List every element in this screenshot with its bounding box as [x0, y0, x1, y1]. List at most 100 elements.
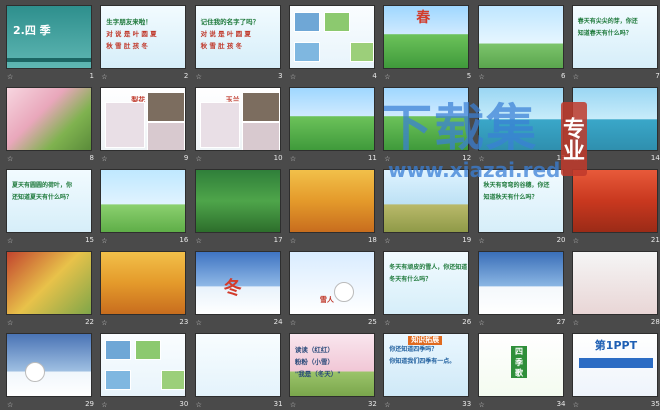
- slide-thumbnail[interactable]: [288, 169, 375, 233]
- slide-star-icon: ☆: [101, 319, 108, 327]
- slide-number: 11: [367, 154, 377, 162]
- slide-star-icon: ☆: [289, 401, 297, 409]
- slide-tile[interactable]: 春 ☆ 5: [381, 3, 474, 81]
- slide-number: 19: [462, 236, 472, 244]
- slide-tile[interactable]: ☆ 29: [4, 331, 97, 409]
- slide-number: 32: [367, 400, 377, 408]
- slide-thumbnail[interactable]: [6, 251, 92, 315]
- slide-thumbnail[interactable]: [288, 87, 375, 151]
- slide-tile[interactable]: 冬天有顽皮的雪人，你还知道 冬天有什么吗？ ☆ 26: [381, 249, 474, 327]
- slide-thumbnail[interactable]: [194, 333, 281, 397]
- slide-thumbnail[interactable]: 读读（红红） 粉粉（小雪） "我是（冬天）": [288, 333, 375, 397]
- slide-tile[interactable]: ☆ 30: [98, 331, 191, 409]
- slide-tile[interactable]: 记住我的名字了吗？ 对 说 是 叶 圆 夏秋 雪 肚 孩 冬 ☆ 3: [193, 3, 286, 81]
- slide-tile[interactable]: ☆ 11: [287, 85, 380, 163]
- slide-number: 26: [462, 318, 472, 326]
- slide-number: 21: [650, 236, 660, 244]
- slide-star-icon: ☆: [478, 319, 485, 327]
- slide-tile[interactable]: 冬 ☆ 24: [193, 249, 286, 327]
- slide-thumbnail[interactable]: 冬天有顽皮的雪人，你还知道 冬天有什么吗？: [383, 251, 470, 315]
- slide-tile[interactable]: 你还知道四季吗？ 你知道我们四季有一点。 知识拓展 ☆ 33: [381, 331, 474, 409]
- slide-number: 9: [183, 154, 189, 162]
- slide-star-icon: ☆: [478, 401, 485, 409]
- slide-thumbnail[interactable]: 你还知道四季吗？ 你知道我们四季有一点。 知识拓展: [383, 333, 470, 397]
- slide-thumbnail[interactable]: 生字朋友来啦！ 对 说 是 叶 圆 夏秋 雪 肚 孩 冬: [100, 5, 187, 69]
- slide-tile[interactable]: ☆ 14: [570, 85, 660, 163]
- slide-thumbnail[interactable]: [6, 87, 92, 151]
- slide-photo: [147, 122, 186, 150]
- slide-thumbnail[interactable]: [477, 5, 564, 69]
- slide-number: 15: [85, 236, 94, 244]
- slide-thumbnail[interactable]: 记住我的名字了吗？ 对 说 是 叶 圆 夏秋 雪 肚 孩 冬: [194, 5, 281, 69]
- slide-tile[interactable]: 雪人 ☆ 25: [287, 249, 380, 327]
- slide-thumbnail[interactable]: 四 季 歌: [477, 333, 564, 397]
- slide-thumbnail[interactable]: [571, 251, 658, 315]
- slide-thumbnail[interactable]: [477, 87, 564, 151]
- slide-tile[interactable]: 读读（红红） 粉粉（小雪） "我是（冬天）" ☆ 32: [287, 331, 380, 409]
- slide-tile[interactable]: 秋天有弯弯的谷穗，你还 知道秋天有什么吗？ ☆ 20: [476, 167, 569, 245]
- slide-tile[interactable]: 玉兰 ☆ 10: [193, 85, 286, 163]
- slide-thumbnail[interactable]: [194, 169, 281, 233]
- slide-tile[interactable]: ☆ 28: [570, 249, 660, 327]
- slide-thumbnail[interactable]: [288, 5, 375, 69]
- slide-thumbnail[interactable]: [100, 333, 187, 397]
- slide-tile[interactable]: 四 季 歌 ☆ 34: [476, 331, 569, 409]
- slide-number: 33: [462, 400, 472, 408]
- slide-star-icon: ☆: [478, 155, 485, 163]
- slide-tile[interactable]: 第1PPT ☆ 35: [570, 331, 660, 409]
- slide-tile[interactable]: ☆ 12: [381, 85, 474, 163]
- slide-thumbnail[interactable]: [571, 87, 658, 151]
- slide-number: 24: [273, 318, 283, 326]
- slide-photo: [241, 92, 280, 122]
- slide-thumbnail[interactable]: 雪人: [288, 251, 375, 315]
- slide-text-line: 你还知道四季吗？: [389, 346, 438, 353]
- slide-tile[interactable]: ☆ 6: [476, 3, 569, 81]
- slide-thumbnail[interactable]: 春: [383, 5, 470, 69]
- slide-tile[interactable]: ☆ 4: [287, 3, 380, 81]
- slide-tile[interactable]: ☆ 19: [381, 167, 474, 245]
- slide-thumbnail[interactable]: 夏天有圆圆的荷叶，你 还知道夏天有什么吗？: [6, 169, 92, 233]
- slide-tile[interactable]: ☆ 27: [476, 249, 569, 327]
- slide-star-icon: ☆: [572, 319, 580, 327]
- slide-thumbnail[interactable]: [571, 169, 658, 233]
- slide-thumbnail[interactable]: 梨花: [100, 87, 187, 151]
- slide-star-icon: ☆: [101, 73, 108, 81]
- slide-tile[interactable]: 春天有尖尖的芽，你还 知道春天有什么吗？ ☆ 7: [570, 3, 660, 81]
- slide-tile[interactable]: 生字朋友来啦！ 对 说 是 叶 圆 夏秋 雪 肚 孩 冬 ☆ 2: [98, 3, 191, 81]
- slide-tile[interactable]: ☆ 31: [193, 331, 286, 409]
- slide-thumbnail[interactable]: 春天有尖尖的芽，你还 知道春天有什么吗？: [571, 5, 658, 69]
- slide-thumbnail[interactable]: 玉兰: [194, 87, 281, 151]
- slide-number: 29: [85, 400, 94, 408]
- slide-star-icon: ☆: [195, 155, 202, 163]
- slide-number: 3: [278, 72, 283, 80]
- slide-thumbnail[interactable]: [477, 251, 564, 315]
- slide-tile[interactable]: ☆ 16: [98, 167, 191, 245]
- slide-tile[interactable]: ☆ 18: [287, 167, 380, 245]
- slide-tile[interactable]: ☆ 17: [193, 167, 286, 245]
- slide-star-icon: ☆: [572, 155, 580, 163]
- slide-thumbnail[interactable]: [100, 251, 187, 315]
- slide-number: 25: [367, 318, 377, 326]
- season-word: 冬: [223, 278, 242, 299]
- slide-thumbnail[interactable]: [100, 169, 187, 233]
- slide-text-line: 你知道我们四季有一点。: [389, 358, 456, 365]
- slide-tile[interactable]: 梨花 ☆ 9: [98, 85, 191, 163]
- slide-title: 2.四 季: [13, 24, 51, 37]
- slide-tile[interactable]: 2.四 季 ☆ 1: [4, 3, 97, 81]
- slide-number: 8: [89, 154, 94, 162]
- slide-tile[interactable]: 夏天有圆圆的荷叶，你 还知道夏天有什么吗？ ☆ 15: [4, 167, 97, 245]
- slide-thumbnail[interactable]: 秋天有弯弯的谷穗，你还 知道秋天有什么吗？: [477, 169, 564, 233]
- slide-thumbnail[interactable]: 第1PPT: [571, 333, 658, 397]
- slide-thumbnail[interactable]: [383, 87, 470, 151]
- slide-thumbnail[interactable]: [6, 333, 92, 397]
- slide-star-icon: ☆: [195, 237, 202, 245]
- slide-text-line: 春天有尖尖的芽，你还: [577, 18, 638, 25]
- slide-thumbnail[interactable]: [383, 169, 470, 233]
- slide-tile[interactable]: ☆ 23: [98, 249, 191, 327]
- slide-tile[interactable]: ☆ 21: [570, 167, 660, 245]
- slide-thumbnail[interactable]: 冬: [194, 251, 281, 315]
- slide-tile[interactable]: ☆ 22: [4, 249, 97, 327]
- slide-tile[interactable]: ☆ 8: [4, 85, 97, 163]
- slide-tile[interactable]: ☆ 13: [476, 85, 569, 163]
- slide-thumbnail[interactable]: 2.四 季: [6, 5, 92, 69]
